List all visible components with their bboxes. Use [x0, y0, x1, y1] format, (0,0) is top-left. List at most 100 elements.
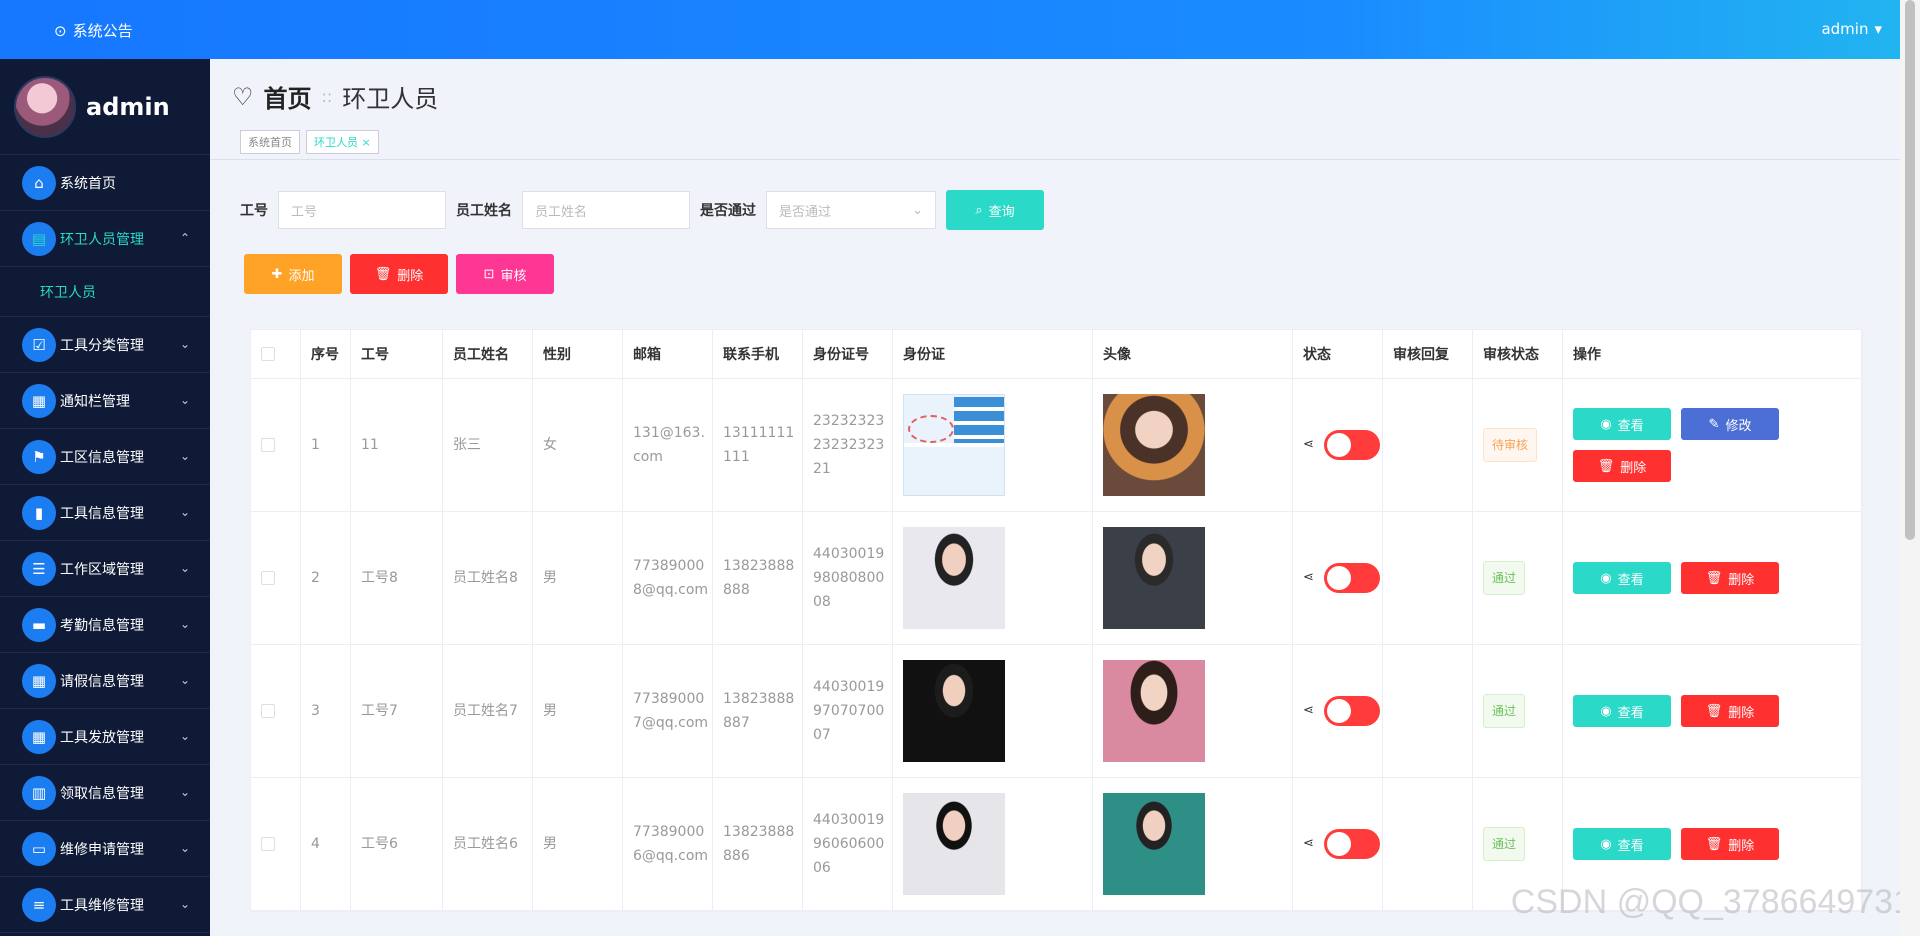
chevron-down-icon: ⌄ — [179, 449, 190, 463]
sidebar-item-work-area-info[interactable]: ⚑ 工区信息管理 ⌄ — [0, 429, 210, 485]
table-header-row: 序号 工号 员工姓名 性别 邮箱 联系手机 身份证号 身份证 头像 状态 审核回… — [251, 330, 1863, 379]
select-all-checkbox[interactable] — [261, 347, 275, 361]
delete-button[interactable]: 🗑 删除 — [1681, 695, 1779, 727]
column-header: 审核回复 — [1383, 330, 1473, 378]
tab-staff-label: 环卫人员 — [314, 136, 358, 149]
search-icon: ⌕ — [975, 202, 983, 217]
eye-icon: ◉ — [1600, 416, 1612, 431]
avatar-image[interactable] — [1103, 793, 1205, 895]
delete-button[interactable]: 🗑 删除 — [1681, 562, 1779, 594]
avatar-image[interactable] — [1103, 660, 1205, 762]
delete-button[interactable]: 🗑 删除 — [1681, 828, 1779, 860]
clipboard-icon: ☑ — [22, 327, 56, 362]
view-button[interactable]: ◉ 查看 — [1573, 408, 1671, 440]
sidebar-item-tool-issue[interactable]: ▦ 工具发放管理 ⌄ — [0, 709, 210, 765]
sidebar-item-notice[interactable]: ▦ 通知栏管理 ⌄ — [0, 373, 210, 429]
idcard-image[interactable] — [903, 527, 1005, 629]
home-icon: ⌂ — [22, 165, 56, 200]
tab-staff[interactable]: 环卫人员 × — [306, 130, 379, 154]
sidebar-item-leave[interactable]: ▦ 请假信息管理 ⌄ — [0, 653, 210, 709]
sidebar-item-label: 工具分类管理 — [60, 337, 144, 354]
view-label: 查看 — [1617, 837, 1644, 853]
staff-id-label: 工号 — [240, 203, 268, 219]
add-button[interactable]: ✚ 添加 — [244, 254, 342, 294]
column-header: 操作 — [1563, 330, 1863, 378]
row-checkbox[interactable] — [261, 571, 275, 585]
row-checkbox[interactable] — [261, 704, 275, 718]
sidebar-subitem-staff[interactable]: 环卫人员 — [0, 267, 210, 317]
breadcrumb-home[interactable]: 首页 — [264, 79, 312, 114]
status-toggle[interactable] — [1323, 563, 1380, 593]
close-icon[interactable]: × — [362, 136, 371, 149]
grid-icon: ▦ — [22, 719, 56, 754]
edit-button[interactable]: ✎ 修改 — [1681, 408, 1779, 440]
staff-name-input[interactable]: 员工姓名 — [522, 191, 690, 229]
page-scrollbar[interactable] — [1900, 0, 1920, 936]
idcard-image[interactable] — [903, 793, 1005, 895]
sidebar-item-attendance[interactable]: ▬ 考勤信息管理 ⌄ — [0, 597, 210, 653]
cell-audit-reply — [1383, 379, 1473, 511]
pass-status-select[interactable]: 是否通过 ⌄ — [766, 191, 936, 229]
sidebar-item-home[interactable]: ⌂ 系统首页 — [0, 155, 210, 211]
sidebar-item-tool-repair[interactable]: ≡ 工具维修管理 ⌄ — [0, 877, 210, 933]
cell-email: 773890006@qq.com — [623, 778, 713, 910]
scrollbar-thumb[interactable] — [1905, 0, 1915, 540]
monitor-icon: ▭ — [22, 831, 56, 866]
user-menu[interactable]: admin ▾ — [1821, 20, 1882, 38]
status-toggle[interactable] — [1323, 696, 1380, 726]
avatar — [14, 75, 76, 138]
row-checkbox[interactable] — [261, 837, 275, 851]
cell-name: 员工姓名6 — [443, 778, 533, 910]
sidebar-profile: admin — [0, 59, 210, 155]
cell-sex: 女 — [533, 379, 623, 511]
trash-icon: 🗑 — [1597, 458, 1615, 473]
sidebar-item-work-region[interactable]: ☰ 工作区域管理 ⌄ — [0, 541, 210, 597]
cell-name: 张三 — [443, 379, 533, 511]
delete-button[interactable]: 🗑 删除 — [1573, 450, 1671, 482]
chevron-down-icon: ⌄ — [179, 505, 190, 519]
edit-label: 修改 — [1725, 417, 1752, 433]
ticket-icon: ▬ — [22, 607, 56, 642]
folder-icon: ▤ — [22, 221, 56, 256]
audit-button[interactable]: ⊡ 审核 — [456, 254, 554, 294]
share-icon: ⋖ — [1303, 437, 1314, 452]
staff-id-input[interactable]: 工号 — [278, 191, 446, 229]
delete-label: 删除 — [1728, 704, 1755, 720]
trash-icon: 🗑 — [1705, 703, 1723, 718]
cell-audit-status: 通过 — [1473, 512, 1563, 644]
avatar-image[interactable] — [1103, 527, 1205, 629]
tab-home[interactable]: 系统首页 — [240, 130, 300, 154]
sidebar-item-tool-category[interactable]: ☑ 工具分类管理 ⌄ — [0, 317, 210, 373]
view-button[interactable]: ◉ 查看 — [1573, 562, 1671, 594]
table-row: 3 工号7 员工姓名7 男 773890007@qq.com 138238888… — [251, 645, 1863, 778]
system-notice-link[interactable]: ⊙ 系统公告 — [54, 20, 133, 41]
sidebar: admin ⌂ 系统首页 ▤ 环卫人员管理 ⌃ 环卫人员 ☑ 工具分类管理 ⌄ … — [0, 59, 210, 936]
sidebar-item-pickup[interactable]: ▥ 领取信息管理 ⌄ — [0, 765, 210, 821]
share-icon: ⋖ — [1303, 703, 1314, 718]
status-badge: 通过 — [1483, 827, 1526, 861]
idcard-image[interactable] — [903, 660, 1005, 762]
view-button[interactable]: ◉ 查看 — [1573, 828, 1671, 860]
column-header: 身份证 — [893, 330, 1093, 378]
staff-table: 序号 工号 员工姓名 性别 邮箱 联系手机 身份证号 身份证 头像 状态 审核回… — [250, 329, 1863, 912]
sidebar-item-label: 工作区域管理 — [60, 561, 144, 578]
status-badge: 通过 — [1483, 694, 1526, 728]
avatar-image[interactable] — [1103, 394, 1205, 496]
sidebar-item-repair-request[interactable]: ▭ 维修申请管理 ⌄ — [0, 821, 210, 877]
breadcrumb-current: 环卫人员 — [342, 85, 439, 113]
status-toggle[interactable] — [1323, 829, 1380, 859]
column-header: 身份证号 — [803, 330, 893, 378]
view-button[interactable]: ◉ 查看 — [1573, 695, 1671, 727]
column-header: 状态 — [1293, 330, 1383, 378]
cell-audit-status: 通过 — [1473, 645, 1563, 777]
sidebar-item-tool-info[interactable]: ▮ 工具信息管理 ⌄ — [0, 485, 210, 541]
batch-delete-button[interactable]: 🗑 删除 — [350, 254, 448, 294]
status-toggle[interactable] — [1323, 430, 1380, 460]
idcard-image[interactable] — [903, 394, 1005, 496]
grid-icon: ▦ — [22, 383, 56, 418]
notice-label: 系统公告 — [72, 22, 133, 40]
query-button[interactable]: ⌕ 查询 — [946, 190, 1044, 230]
sidebar-item-sanitation-staff[interactable]: ▤ 环卫人员管理 ⌃ — [0, 211, 210, 267]
cell-idcard-no: 232323232323232321 — [803, 379, 893, 511]
row-checkbox[interactable] — [261, 438, 275, 452]
